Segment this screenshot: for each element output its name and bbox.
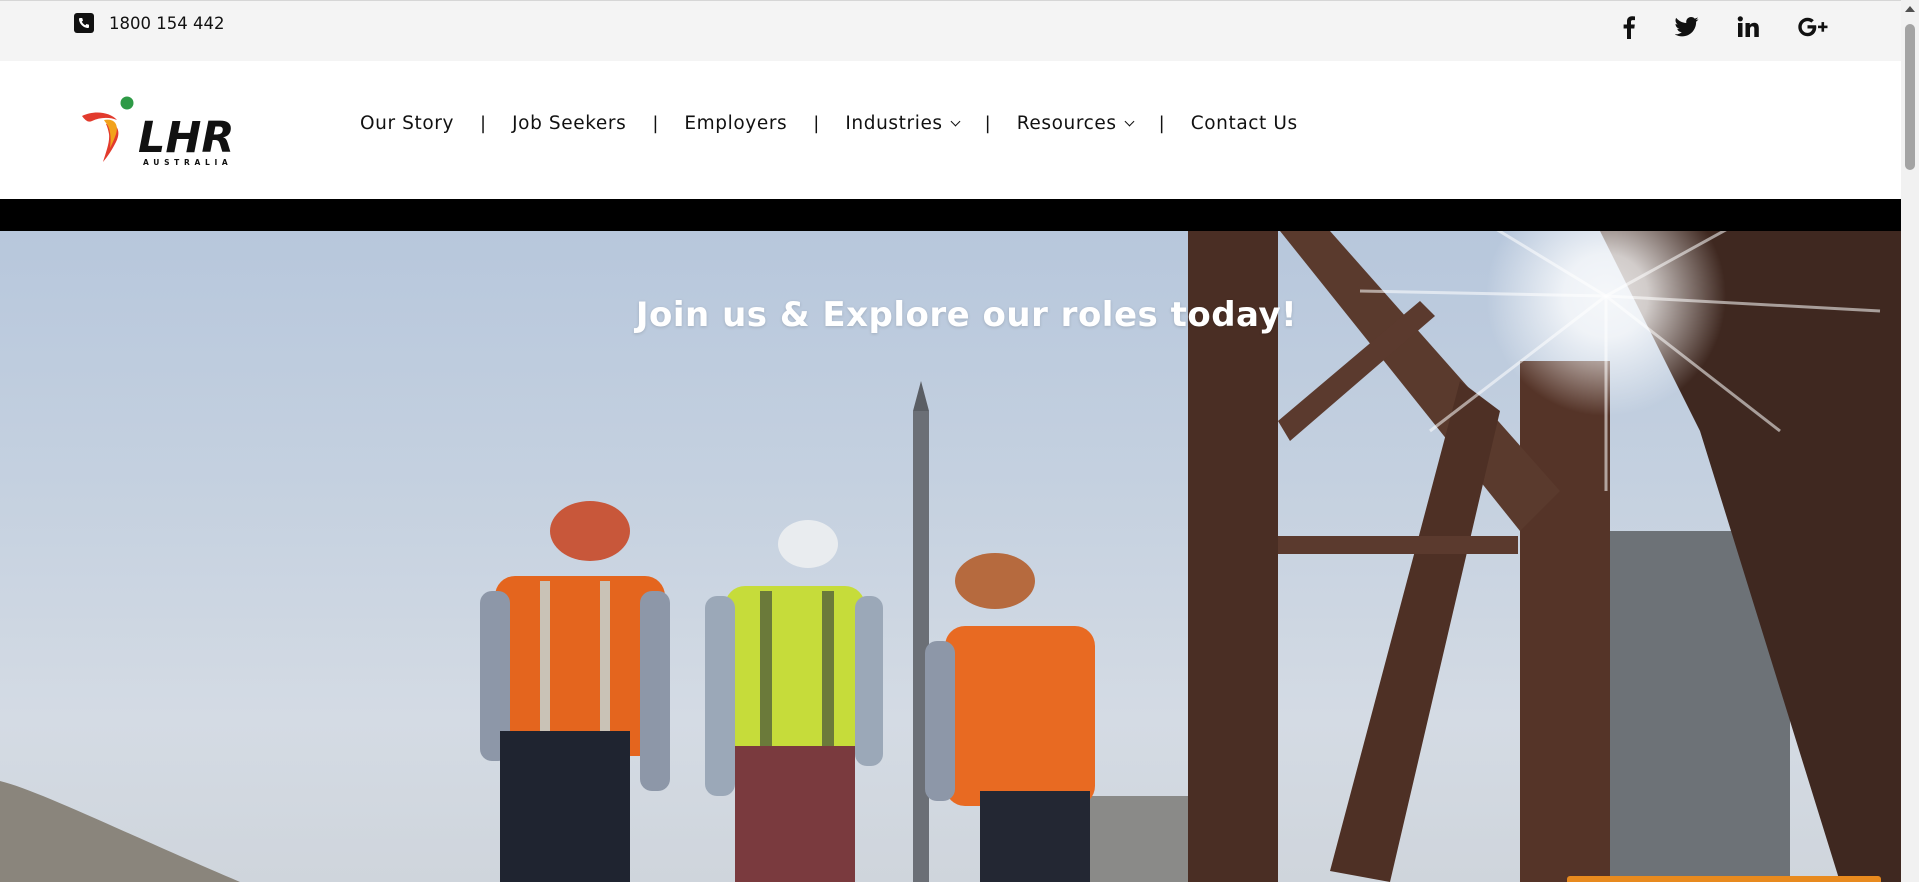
nav-separator: | xyxy=(652,113,659,134)
nav-label: Industries xyxy=(845,113,943,134)
nav-separator: | xyxy=(480,113,487,134)
phone-number: 1800 154 442 xyxy=(109,13,225,33)
nav-label: Employers xyxy=(684,113,788,134)
nav-label: Resources xyxy=(1016,113,1117,134)
logo-text: LHR xyxy=(138,113,235,163)
nav-our-story[interactable]: Our Story xyxy=(360,113,454,134)
nav-separator: | xyxy=(984,113,991,134)
lhr-australia-logo[interactable]: LHR AUSTRALIA xyxy=(80,90,250,168)
linkedin-icon[interactable] xyxy=(1730,13,1766,41)
nav-label: Our Story xyxy=(360,113,455,134)
nav-separator: | xyxy=(813,113,820,134)
top-bar: 1800 154 442 xyxy=(0,0,1901,61)
phone-square-icon xyxy=(74,13,94,33)
logo-subtext: AUSTRALIA xyxy=(143,158,232,167)
site-header: LHR AUSTRALIA Our Story | Job Seekers | … xyxy=(0,61,1901,199)
nav-job-seekers[interactable]: Job Seekers xyxy=(512,113,626,134)
nav-label: Job Seekers xyxy=(512,113,627,134)
phone-contact[interactable]: 1800 154 442 xyxy=(74,13,224,33)
hero-section: Join us & Explore our roles today! xyxy=(0,231,1901,882)
scrollbar-thumb[interactable] xyxy=(1905,24,1915,170)
chevron-down-icon xyxy=(950,116,961,126)
nav-employers[interactable]: Employers xyxy=(684,113,787,134)
scroll-up-arrow-icon[interactable] xyxy=(1905,6,1915,12)
chat-widget-tab[interactable] xyxy=(1567,876,1881,882)
chevron-down-icon xyxy=(1124,116,1135,126)
page-scrollbar[interactable] xyxy=(1901,0,1919,882)
main-nav: Our Story | Job Seekers | Employers | In… xyxy=(360,113,1298,134)
nav-industries[interactable]: Industries xyxy=(845,113,961,134)
nav-label: Contact Us xyxy=(1190,113,1298,134)
facebook-icon[interactable] xyxy=(1611,13,1647,41)
hero-top-band xyxy=(0,199,1901,231)
twitter-icon[interactable] xyxy=(1669,13,1705,41)
hero-title: Join us & Explore our roles today! xyxy=(635,295,1298,335)
nav-separator: | xyxy=(1158,113,1165,134)
nav-contact-us[interactable]: Contact Us xyxy=(1191,113,1298,134)
google-plus-icon[interactable] xyxy=(1795,13,1831,41)
nav-resources[interactable]: Resources xyxy=(1016,113,1135,134)
